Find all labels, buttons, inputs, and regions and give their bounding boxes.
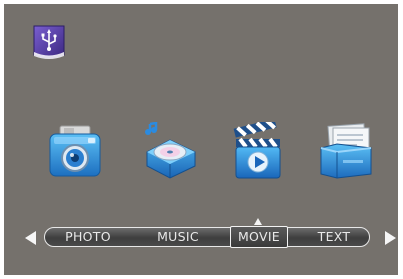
camera-icon[interactable] (46, 122, 104, 182)
document-icon[interactable] (317, 122, 375, 182)
right-arrow-icon[interactable] (385, 231, 396, 245)
media-player-screen: PHOTO MUSIC MOVIE TEXT (4, 4, 398, 275)
usb-icon[interactable] (31, 25, 67, 61)
menu-item-music[interactable]: MUSIC (131, 228, 225, 246)
left-arrow-icon[interactable] (25, 231, 36, 245)
media-menu-bar: PHOTO MUSIC MOVIE TEXT (44, 226, 371, 248)
menu-item-photo[interactable]: PHOTO (45, 228, 131, 246)
menu-item-movie[interactable]: MOVIE (230, 226, 288, 248)
music-disc-icon[interactable] (141, 122, 199, 182)
clapperboard-icon[interactable] (230, 122, 288, 182)
menu-item-text[interactable]: TEXT (297, 228, 371, 246)
selection-caret-icon (254, 218, 262, 225)
